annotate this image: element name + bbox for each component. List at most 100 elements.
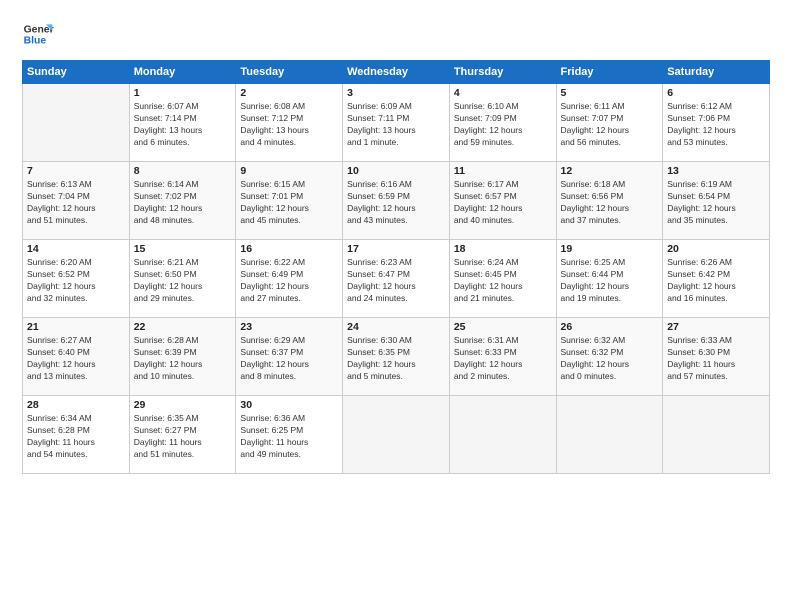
- day-number: 27: [667, 321, 765, 333]
- day-info: Sunrise: 6:28 AM Sunset: 6:39 PM Dayligh…: [134, 335, 232, 383]
- calendar-cell: 2 Sunrise: 6:08 AM Sunset: 7:12 PM Daylig…: [236, 84, 343, 162]
- day-number: 19: [561, 243, 659, 255]
- calendar-week-row: 1 Sunrise: 6:07 AM Sunset: 7:14 PM Daylig…: [23, 84, 770, 162]
- day-number: 1: [134, 87, 232, 99]
- calendar-week-row: 7 Sunrise: 6:13 AM Sunset: 7:04 PM Daylig…: [23, 162, 770, 240]
- calendar-cell: 26 Sunrise: 6:32 AM Sunset: 6:32 PM Dayli…: [556, 318, 663, 396]
- day-info: Sunrise: 6:25 AM Sunset: 6:44 PM Dayligh…: [561, 257, 659, 305]
- calendar-cell: 6Sunrise: 6:12 AM Sunset: 7:06 PM Daylig…: [663, 84, 770, 162]
- day-info: Sunrise: 6:26 AM Sunset: 6:42 PM Dayligh…: [667, 257, 765, 305]
- calendar-cell: 1 Sunrise: 6:07 AM Sunset: 7:14 PM Daylig…: [129, 84, 236, 162]
- weekday-header-sunday: Sunday: [23, 61, 130, 84]
- calendar-cell: 12 Sunrise: 6:18 AM Sunset: 6:56 PM Dayli…: [556, 162, 663, 240]
- day-info: Sunrise: 6:12 AM Sunset: 7:06 PM Dayligh…: [667, 101, 765, 149]
- calendar-cell: 7 Sunrise: 6:13 AM Sunset: 7:04 PM Daylig…: [23, 162, 130, 240]
- calendar-week-row: 21 Sunrise: 6:27 AM Sunset: 6:40 PM Dayli…: [23, 318, 770, 396]
- logo-icon: General Blue: [22, 18, 54, 50]
- day-info: Sunrise: 6:10 AM Sunset: 7:09 PM Dayligh…: [454, 101, 552, 149]
- day-info: Sunrise: 6:16 AM Sunset: 6:59 PM Dayligh…: [347, 179, 445, 227]
- weekday-header-wednesday: Wednesday: [343, 61, 450, 84]
- calendar-week-row: 14 Sunrise: 6:20 AM Sunset: 6:52 PM Dayli…: [23, 240, 770, 318]
- day-number: 29: [134, 399, 232, 411]
- calendar-cell: 16 Sunrise: 6:22 AM Sunset: 6:49 PM Dayli…: [236, 240, 343, 318]
- calendar-cell: 23 Sunrise: 6:29 AM Sunset: 6:37 PM Dayli…: [236, 318, 343, 396]
- weekday-header-tuesday: Tuesday: [236, 61, 343, 84]
- day-info: Sunrise: 6:36 AM Sunset: 6:25 PM Dayligh…: [240, 413, 338, 461]
- calendar-table: SundayMondayTuesdayWednesdayThursdayFrid…: [22, 60, 770, 474]
- day-number: 14: [27, 243, 125, 255]
- weekday-header-thursday: Thursday: [449, 61, 556, 84]
- header: General Blue: [22, 18, 770, 50]
- day-number: 15: [134, 243, 232, 255]
- day-info: Sunrise: 6:13 AM Sunset: 7:04 PM Dayligh…: [27, 179, 125, 227]
- day-info: Sunrise: 6:32 AM Sunset: 6:32 PM Dayligh…: [561, 335, 659, 383]
- weekday-header-friday: Friday: [556, 61, 663, 84]
- day-number: 23: [240, 321, 338, 333]
- day-info: Sunrise: 6:11 AM Sunset: 7:07 PM Dayligh…: [561, 101, 659, 149]
- day-number: 26: [561, 321, 659, 333]
- day-number: 9: [240, 165, 338, 177]
- day-info: Sunrise: 6:34 AM Sunset: 6:28 PM Dayligh…: [27, 413, 125, 461]
- day-number: 22: [134, 321, 232, 333]
- calendar-cell: 3 Sunrise: 6:09 AM Sunset: 7:11 PM Daylig…: [343, 84, 450, 162]
- calendar-cell: 28 Sunrise: 6:34 AM Sunset: 6:28 PM Dayli…: [23, 396, 130, 474]
- day-info: Sunrise: 6:29 AM Sunset: 6:37 PM Dayligh…: [240, 335, 338, 383]
- day-info: Sunrise: 6:09 AM Sunset: 7:11 PM Dayligh…: [347, 101, 445, 149]
- day-info: Sunrise: 6:18 AM Sunset: 6:56 PM Dayligh…: [561, 179, 659, 227]
- day-number: 2: [240, 87, 338, 99]
- calendar-cell: [449, 396, 556, 474]
- day-info: Sunrise: 6:07 AM Sunset: 7:14 PM Dayligh…: [134, 101, 232, 149]
- day-number: 5: [561, 87, 659, 99]
- day-number: 10: [347, 165, 445, 177]
- calendar-cell: 25 Sunrise: 6:31 AM Sunset: 6:33 PM Dayli…: [449, 318, 556, 396]
- day-number: 8: [134, 165, 232, 177]
- day-info: Sunrise: 6:23 AM Sunset: 6:47 PM Dayligh…: [347, 257, 445, 305]
- weekday-header-monday: Monday: [129, 61, 236, 84]
- calendar-cell: 27 Sunrise: 6:33 AM Sunset: 6:30 PM Dayli…: [663, 318, 770, 396]
- day-info: Sunrise: 6:22 AM Sunset: 6:49 PM Dayligh…: [240, 257, 338, 305]
- calendar-cell: 29Sunrise: 6:35 AM Sunset: 6:27 PM Dayli…: [129, 396, 236, 474]
- logo: General Blue: [22, 18, 54, 50]
- calendar-cell: 30 Sunrise: 6:36 AM Sunset: 6:25 PM Dayli…: [236, 396, 343, 474]
- day-info: Sunrise: 6:27 AM Sunset: 6:40 PM Dayligh…: [27, 335, 125, 383]
- day-number: 17: [347, 243, 445, 255]
- calendar-cell: 8Sunrise: 6:14 AM Sunset: 7:02 PM Daylig…: [129, 162, 236, 240]
- day-number: 11: [454, 165, 552, 177]
- calendar-cell: 11Sunrise: 6:17 AM Sunset: 6:57 PM Dayli…: [449, 162, 556, 240]
- day-info: Sunrise: 6:15 AM Sunset: 7:01 PM Dayligh…: [240, 179, 338, 227]
- calendar-cell: 21 Sunrise: 6:27 AM Sunset: 6:40 PM Dayli…: [23, 318, 130, 396]
- day-number: 25: [454, 321, 552, 333]
- calendar-cell: 9 Sunrise: 6:15 AM Sunset: 7:01 PM Daylig…: [236, 162, 343, 240]
- calendar-cell: [663, 396, 770, 474]
- day-info: Sunrise: 6:20 AM Sunset: 6:52 PM Dayligh…: [27, 257, 125, 305]
- calendar-cell: 15 Sunrise: 6:21 AM Sunset: 6:50 PM Dayli…: [129, 240, 236, 318]
- day-number: 20: [667, 243, 765, 255]
- calendar-cell: 20 Sunrise: 6:26 AM Sunset: 6:42 PM Dayli…: [663, 240, 770, 318]
- day-info: Sunrise: 6:08 AM Sunset: 7:12 PM Dayligh…: [240, 101, 338, 149]
- day-number: 21: [27, 321, 125, 333]
- calendar-cell: [23, 84, 130, 162]
- day-number: 3: [347, 87, 445, 99]
- day-number: 28: [27, 399, 125, 411]
- day-info: Sunrise: 6:31 AM Sunset: 6:33 PM Dayligh…: [454, 335, 552, 383]
- day-info: Sunrise: 6:24 AM Sunset: 6:45 PM Dayligh…: [454, 257, 552, 305]
- day-info: Sunrise: 6:19 AM Sunset: 6:54 PM Dayligh…: [667, 179, 765, 227]
- calendar-cell: 17 Sunrise: 6:23 AM Sunset: 6:47 PM Dayli…: [343, 240, 450, 318]
- day-info: Sunrise: 6:33 AM Sunset: 6:30 PM Dayligh…: [667, 335, 765, 383]
- day-number: 7: [27, 165, 125, 177]
- day-number: 13: [667, 165, 765, 177]
- day-number: 12: [561, 165, 659, 177]
- calendar-cell: [556, 396, 663, 474]
- day-number: 18: [454, 243, 552, 255]
- calendar-cell: 5 Sunrise: 6:11 AM Sunset: 7:07 PM Daylig…: [556, 84, 663, 162]
- day-number: 24: [347, 321, 445, 333]
- day-number: 16: [240, 243, 338, 255]
- calendar-cell: 24Sunrise: 6:30 AM Sunset: 6:35 PM Dayli…: [343, 318, 450, 396]
- day-info: Sunrise: 6:21 AM Sunset: 6:50 PM Dayligh…: [134, 257, 232, 305]
- page: General Blue SundayMondayTuesdayWednesda…: [0, 0, 792, 612]
- calendar-cell: 14 Sunrise: 6:20 AM Sunset: 6:52 PM Dayli…: [23, 240, 130, 318]
- day-number: 30: [240, 399, 338, 411]
- calendar-cell: 10 Sunrise: 6:16 AM Sunset: 6:59 PM Dayli…: [343, 162, 450, 240]
- calendar-cell: [343, 396, 450, 474]
- calendar-cell: 4Sunrise: 6:10 AM Sunset: 7:09 PM Daylig…: [449, 84, 556, 162]
